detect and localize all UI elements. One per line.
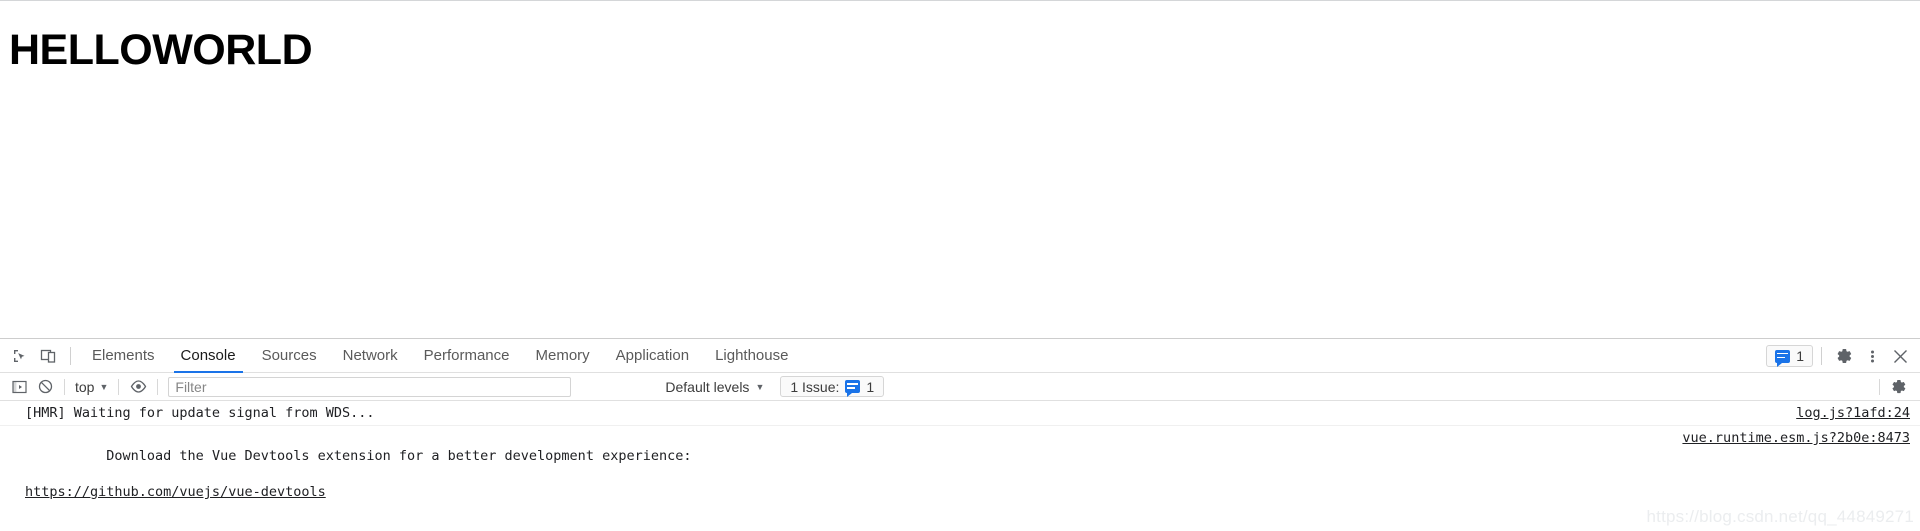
devtools-tabs: Elements Console Sources Network Perform… [79,339,801,373]
console-message-text: Download the Vue Devtools extension for … [25,429,691,531]
issues-button[interactable]: 1 Issue: 1 [780,376,885,397]
actions-divider [1821,347,1822,365]
issues-button-count: 1 [866,378,875,395]
tab-sources[interactable]: Sources [249,339,330,373]
tab-performance[interactable]: Performance [411,339,523,373]
console-toolbar-right [1873,373,1912,401]
log-levels-select[interactable]: Default levels ▼ [665,379,764,395]
close-icon[interactable] [1886,343,1914,369]
execution-context-select[interactable]: top ▼ [71,379,112,395]
tab-label: Elements [92,347,155,364]
console-message[interactable]: [HMR] Waiting for update signal from WDS… [0,401,1920,426]
console-toolbar: top ▼ Default levels ▼ 1 Issue: 1 [0,373,1920,401]
tab-label: Lighthouse [715,347,789,364]
kebab-menu-icon[interactable] [1858,343,1886,369]
console-message-link[interactable]: https://github.com/vuejs/vue-devtools [25,483,691,501]
tabbar-actions: 1 [1766,339,1914,373]
tab-network[interactable]: Network [330,339,411,373]
console-message-source[interactable]: vue.runtime.esm.js?2b0e:8473 [1682,429,1910,447]
chevron-down-icon: ▼ [755,382,765,392]
console-message-body: Download the Vue Devtools extension for … [106,448,692,464]
issues-label: 1 Issue: [790,378,840,395]
gear-icon[interactable] [1830,343,1858,369]
page-viewport: HELLOWORLD [0,0,1920,338]
page-title: HELLOWORLD [9,26,313,74]
console-settings-gear-icon[interactable] [1886,376,1912,398]
tab-label: Sources [261,347,317,364]
tab-label: Performance [423,347,510,364]
tab-lighthouse[interactable]: Lighthouse [702,339,801,373]
tab-elements[interactable]: Elements [79,339,168,373]
tab-label: Console [180,347,236,364]
tab-console[interactable]: Console [168,339,249,373]
tab-label: Memory [535,347,590,364]
devtools-panel: Elements Console Sources Network Perform… [0,338,1920,531]
issues-count: 1 [1796,348,1804,364]
chevron-down-icon: ▼ [99,382,109,392]
toolbar-divider-3 [157,378,159,395]
console-message[interactable]: Download the Vue Devtools extension for … [0,426,1920,531]
tab-application[interactable]: Application [603,339,702,373]
console-sidebar-icon[interactable] [6,376,32,398]
clear-console-icon[interactable] [32,376,58,398]
toolbar-divider-1 [64,378,65,395]
tabbar-divider [70,346,71,365]
log-levels-label: Default levels [665,378,750,395]
devtools-tabbar: Elements Console Sources Network Perform… [0,339,1920,373]
console-message-source[interactable]: log.js?1afd:24 [1796,404,1910,422]
toolbar-divider-2 [118,378,120,395]
device-toolbar-icon[interactable] [34,343,62,369]
execution-context-value: top [75,378,95,395]
browser-window: HELLOWORLD Elements Console Sources Netw… [0,0,1920,531]
tab-label: Network [342,347,398,364]
filter-input[interactable] [168,376,572,397]
tab-label: Application [615,347,690,364]
console-log-area[interactable]: [HMR] Waiting for update signal from WDS… [0,401,1920,531]
toolbar-divider-4 [1879,379,1880,395]
live-expression-eye-icon[interactable] [125,376,151,398]
issues-badge[interactable]: 1 [1766,345,1813,367]
inspect-element-icon[interactable] [6,343,34,369]
console-message-text: [HMR] Waiting for update signal from WDS… [25,405,375,421]
tab-memory[interactable]: Memory [523,339,603,373]
issue-bubble-icon [1775,349,1791,367]
issue-bubble-icon [845,380,861,397]
